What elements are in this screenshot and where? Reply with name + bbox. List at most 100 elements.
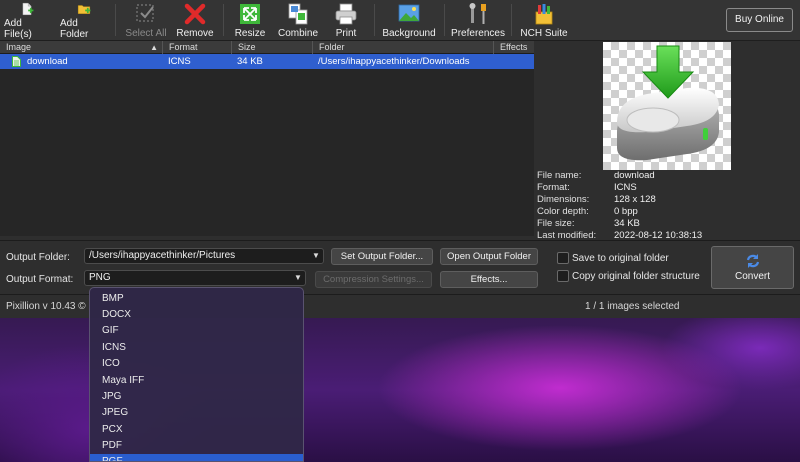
file-info-panel: File name: download Format: ICNS Dimensi… bbox=[537, 170, 797, 242]
combine-button[interactable]: Combine bbox=[278, 2, 318, 40]
version-text: Pixillion v 10.43 © bbox=[6, 301, 86, 312]
hard-drive-download-icon bbox=[617, 45, 719, 161]
save-to-original-checkbox[interactable] bbox=[557, 252, 569, 264]
compression-settings-button[interactable]: Compression Settings... bbox=[315, 271, 432, 288]
column-header-image[interactable]: Image ▲ bbox=[0, 41, 162, 54]
info-row-dimensions: Dimensions: 128 x 128 bbox=[537, 194, 797, 206]
column-header-size[interactable]: Size bbox=[231, 41, 312, 54]
file-list[interactable]: Image ▲ Format Size Folder Effects downl… bbox=[0, 41, 534, 236]
select-all-icon bbox=[136, 4, 154, 22]
info-value: 128 x 128 bbox=[614, 194, 656, 205]
resize-label: Resize bbox=[234, 28, 266, 39]
nch-suite-button[interactable]: NCH Suite bbox=[520, 2, 568, 40]
format-option-pdf[interactable]: PDF bbox=[90, 438, 303, 454]
add-file-icon bbox=[22, 2, 34, 16]
format-option-ico[interactable]: ICO bbox=[90, 356, 303, 372]
row-size: 34 KB bbox=[237, 56, 263, 67]
toolbar-separator bbox=[511, 4, 512, 36]
convert-label: Convert bbox=[734, 271, 770, 282]
remove-button[interactable]: Remove bbox=[175, 2, 215, 40]
file-list-header: Image ▲ Format Size Folder Effects bbox=[0, 41, 534, 54]
add-files-button[interactable]: Add File(s) bbox=[4, 2, 50, 40]
format-option-docx[interactable]: DOCX bbox=[90, 307, 303, 323]
toolbar-separator bbox=[444, 4, 445, 36]
toolbar: Add File(s) Add Folder Select All Remove bbox=[0, 0, 800, 41]
column-header-folder[interactable]: Folder bbox=[312, 41, 493, 54]
refresh-icon bbox=[746, 254, 759, 268]
background-label: Background bbox=[382, 28, 436, 39]
background-button[interactable]: Background bbox=[382, 2, 436, 40]
info-value: 34 KB bbox=[614, 218, 640, 229]
info-label: Color depth: bbox=[537, 206, 589, 217]
format-option-icns[interactable]: ICNS bbox=[90, 340, 303, 356]
toolbar-separator bbox=[115, 4, 116, 36]
add-folder-button[interactable]: Add Folder bbox=[60, 2, 108, 40]
nch-suite-icon bbox=[535, 4, 553, 25]
set-output-folder-button[interactable]: Set Output Folder... bbox=[331, 248, 433, 265]
row-image-name: download bbox=[27, 56, 68, 67]
output-format-value: PNG bbox=[89, 272, 111, 283]
column-header-format[interactable]: Format bbox=[162, 41, 231, 54]
info-row-format: Format: ICNS bbox=[537, 182, 797, 194]
preferences-label: Preferences bbox=[451, 28, 505, 39]
output-folder-value: /Users/ihappyacethinker/Pictures bbox=[89, 250, 236, 261]
output-format-label: Output Format: bbox=[6, 274, 74, 285]
output-folder-label: Output Folder: bbox=[6, 252, 70, 263]
selection-count: 1 / 1 images selected bbox=[585, 301, 680, 312]
info-row-file-size: File size: 34 KB bbox=[537, 218, 797, 230]
add-folder-label: Add Folder bbox=[60, 18, 89, 40]
format-option-jpg[interactable]: JPG bbox=[90, 389, 303, 405]
info-value: ICNS bbox=[614, 182, 637, 193]
toolbar-separator bbox=[223, 4, 224, 36]
column-header-image-label: Image bbox=[6, 42, 32, 52]
info-row-file-name: File name: download bbox=[537, 170, 797, 182]
resize-button[interactable]: Resize bbox=[232, 2, 268, 40]
info-label: Format: bbox=[537, 182, 570, 193]
format-option-maya-iff[interactable]: Maya IFF bbox=[90, 373, 303, 389]
remove-label: Remove bbox=[176, 28, 214, 39]
info-value: download bbox=[614, 170, 655, 181]
file-icon bbox=[12, 56, 21, 67]
effects-button[interactable]: Effects... bbox=[440, 271, 538, 288]
select-all-label: Select All bbox=[125, 28, 167, 39]
print-label: Print bbox=[335, 28, 357, 39]
copy-structure-label: Copy original folder structure bbox=[572, 271, 700, 282]
info-label: File name: bbox=[537, 170, 582, 181]
copy-structure-checkbox[interactable] bbox=[557, 270, 569, 282]
nch-suite-label: NCH Suite bbox=[520, 28, 568, 39]
select-all-button[interactable]: Select All bbox=[124, 2, 168, 40]
buy-online-button[interactable]: Buy Online bbox=[726, 8, 793, 32]
add-folder-icon bbox=[77, 5, 91, 14]
info-label: File size: bbox=[537, 218, 575, 229]
printer-icon bbox=[335, 3, 357, 25]
open-output-folder-button[interactable]: Open Output Folder bbox=[440, 248, 538, 265]
chevron-down-icon[interactable]: ▼ bbox=[309, 249, 323, 263]
output-folder-combo[interactable]: /Users/ihappyacethinker/Pictures ▼ bbox=[84, 248, 324, 264]
format-option-bmp[interactable]: BMP bbox=[90, 291, 303, 307]
info-label: Dimensions: bbox=[537, 194, 590, 205]
toolbar-separator bbox=[374, 4, 375, 36]
preferences-button[interactable]: Preferences bbox=[451, 2, 505, 40]
table-row[interactable]: download ICNS 34 KB /Users/ihappyacethin… bbox=[0, 54, 534, 69]
column-header-effects[interactable]: Effects bbox=[493, 41, 534, 54]
add-files-label: Add File(s) bbox=[4, 18, 32, 40]
combine-icon bbox=[288, 3, 308, 25]
background-image-icon bbox=[398, 4, 420, 22]
format-option-pgf[interactable]: PGF bbox=[90, 454, 303, 461]
combine-label: Combine bbox=[277, 28, 319, 39]
row-folder: /Users/ihappyacethinker/Downloads bbox=[318, 56, 470, 67]
row-format: ICNS bbox=[168, 56, 191, 67]
tools-icon bbox=[469, 3, 486, 24]
format-option-pcx[interactable]: PCX bbox=[90, 422, 303, 438]
remove-x-icon bbox=[184, 3, 206, 25]
save-to-original-label: Save to original folder bbox=[572, 253, 669, 264]
print-button[interactable]: Print bbox=[330, 2, 362, 40]
format-dropdown-menu[interactable]: BMP DOCX GIF ICNS ICO Maya IFF JPG JPEG … bbox=[89, 287, 304, 462]
convert-button[interactable]: Convert bbox=[711, 246, 794, 289]
output-format-select[interactable]: PNG ▼ bbox=[84, 270, 306, 286]
format-option-gif[interactable]: GIF bbox=[90, 323, 303, 339]
format-option-jpeg[interactable]: JPEG bbox=[90, 405, 303, 421]
sort-ascending-icon: ▲ bbox=[150, 43, 158, 52]
image-preview bbox=[603, 42, 731, 170]
chevron-down-icon[interactable]: ▼ bbox=[291, 271, 305, 285]
